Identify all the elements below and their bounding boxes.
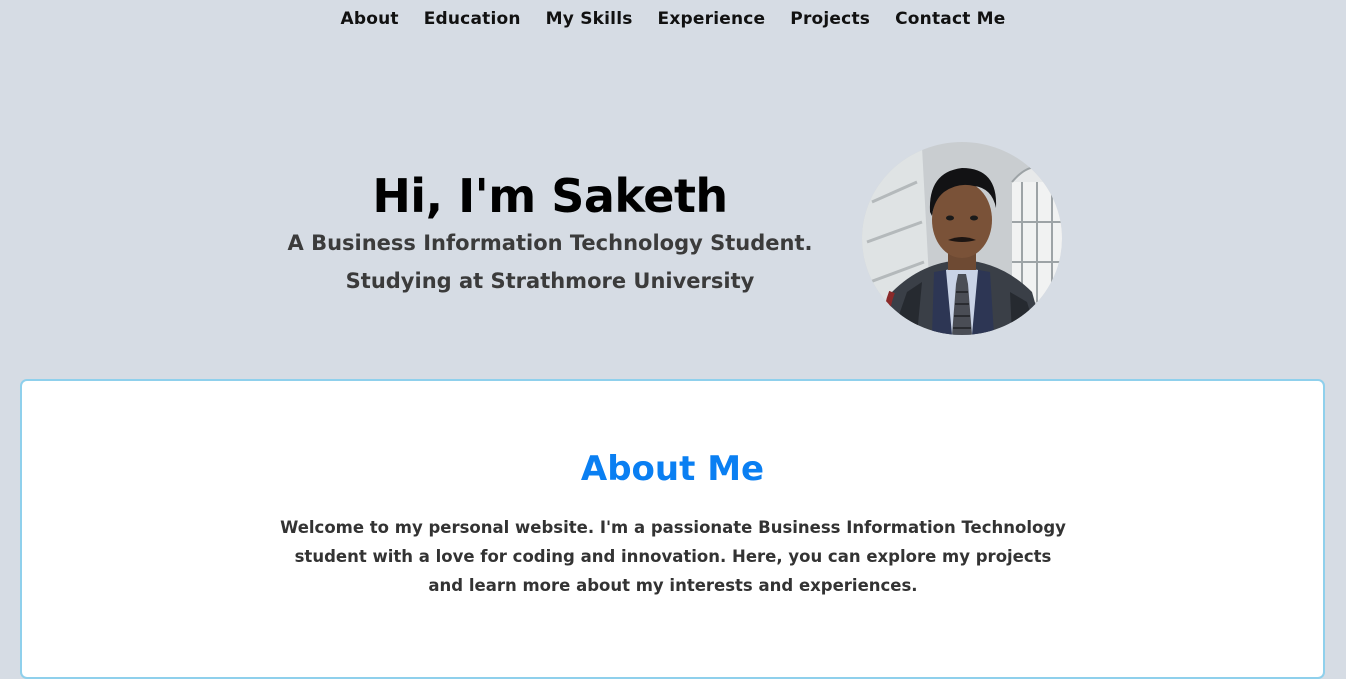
nav-link-contact-me[interactable]: Contact Me (895, 9, 1005, 29)
main-nav: About Education My Skills Experience Pro… (0, 9, 1346, 29)
profile-photo-illustration (862, 142, 1062, 335)
hero-subtitle-line2: Studying at Strathmore University (345, 269, 755, 293)
nav-link-experience[interactable]: Experience (658, 9, 766, 29)
profile-photo (862, 142, 1062, 335)
about-text: Welcome to my personal website. I'm a pa… (280, 518, 1066, 595)
hero-section: Hi, I'm Saketh A Business Information Te… (250, 168, 850, 300)
nav-link-education[interactable]: Education (424, 9, 521, 29)
nav-link-projects[interactable]: Projects (790, 9, 870, 29)
about-card: About Me Welcome to my personal website.… (20, 379, 1325, 679)
about-title: About Me (580, 449, 765, 489)
nav-link-my-skills[interactable]: My Skills (546, 9, 633, 29)
hero-subtitle-line1: A Business Information Technology Studen… (287, 231, 813, 255)
nav-link-about[interactable]: About (340, 9, 398, 29)
hero-title: Hi, I'm Saketh (372, 169, 728, 223)
